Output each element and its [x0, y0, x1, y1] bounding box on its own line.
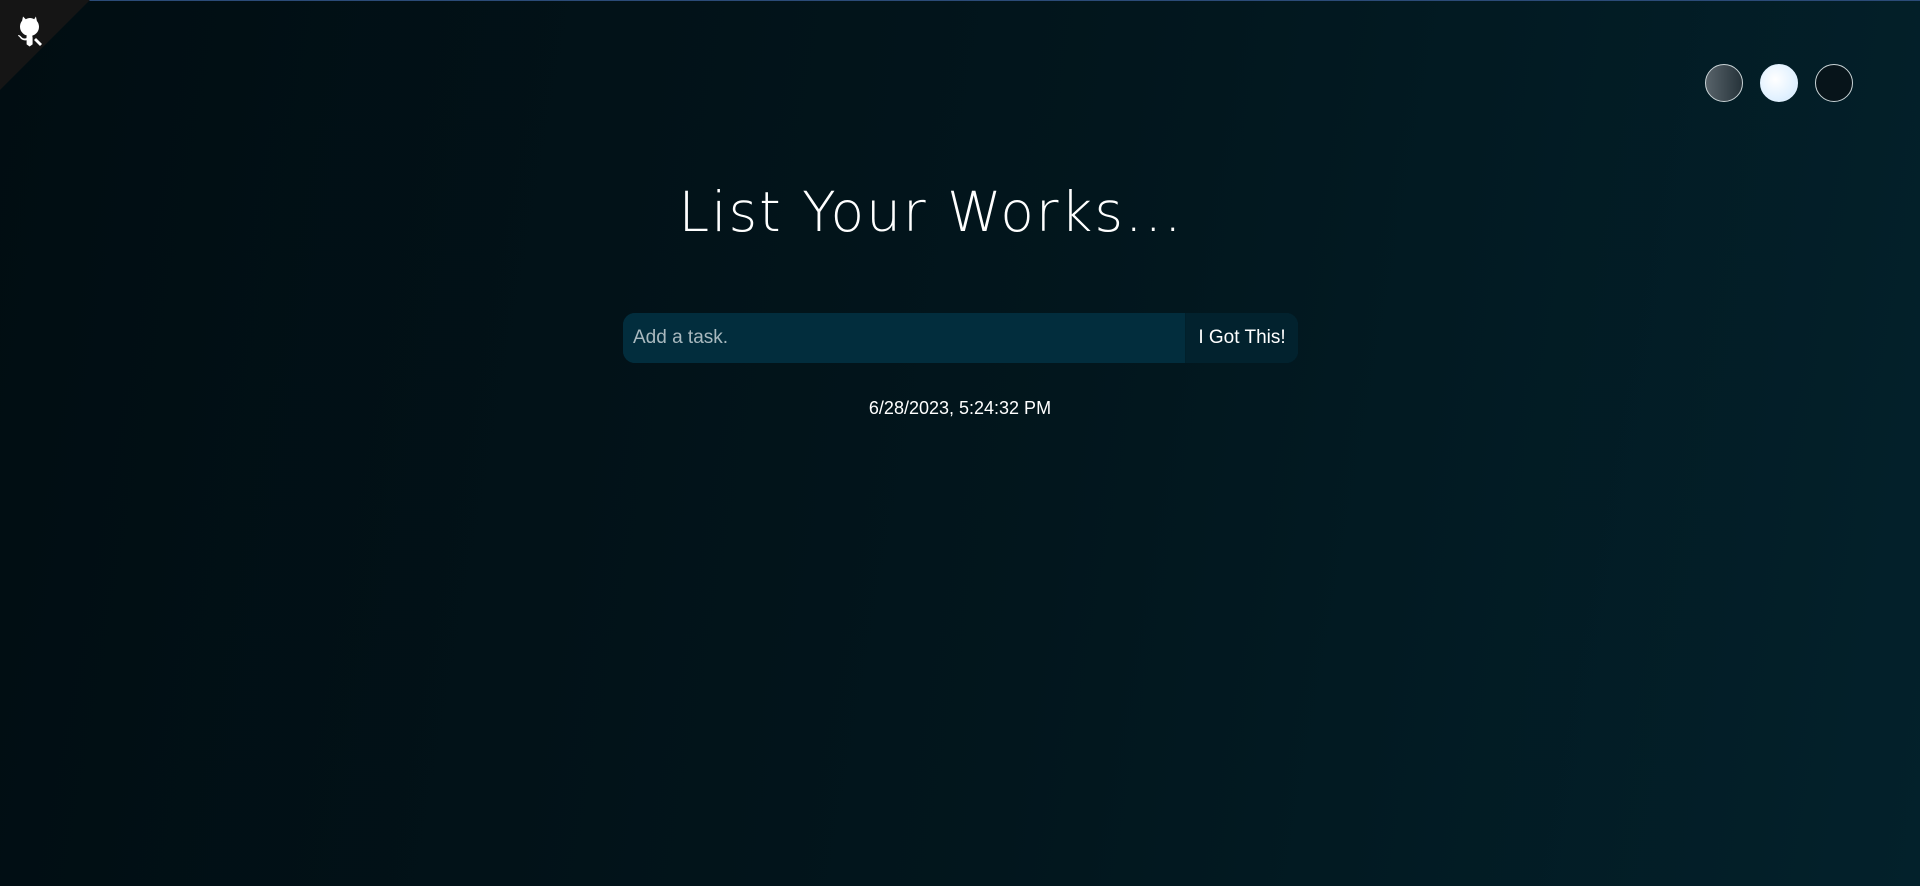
light-theme-button[interactable] — [1760, 64, 1798, 102]
task-input[interactable] — [623, 313, 1185, 363]
page-title: List Your Works... — [678, 180, 1184, 244]
add-task-form: I Got This! — [623, 313, 1298, 363]
github-octocat-icon[interactable] — [10, 12, 50, 52]
darker-theme-button[interactable] — [1815, 64, 1853, 102]
theme-switcher — [1705, 64, 1853, 102]
add-task-button[interactable]: I Got This! — [1185, 313, 1298, 363]
standard-theme-button[interactable] — [1705, 64, 1743, 102]
top-border-line — [0, 0, 1920, 1]
datetime-display: 6/28/2023, 5:24:32 PM — [868, 398, 1052, 418]
